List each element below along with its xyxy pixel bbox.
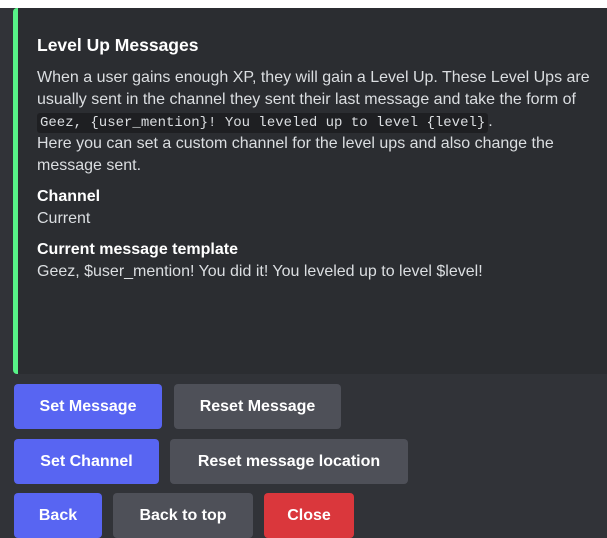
level-up-embed: Level Up Messages When a user gains enou…: [13, 8, 607, 374]
embed-description: When a user gains enough XP, they will g…: [37, 67, 597, 177]
top-strip: [0, 0, 607, 8]
field-channel: Channel Current: [37, 186, 607, 230]
reset-message-button[interactable]: Reset Message: [174, 384, 341, 429]
description-custom: Here you can set a custom channel for th…: [37, 135, 554, 174]
message-format-code: Geez, {user_mention}! You leveled up to …: [37, 113, 489, 133]
field-channel-value: Current: [37, 210, 91, 227]
back-to-top-button[interactable]: Back to top: [113, 493, 253, 538]
close-button[interactable]: Close: [264, 493, 354, 538]
reset-message-location-button[interactable]: Reset message location: [170, 439, 408, 484]
back-button[interactable]: Back: [14, 493, 102, 538]
embed-title: Level Up Messages: [37, 35, 199, 55]
field-template: Current message template Geez, $user_men…: [37, 239, 607, 283]
description-intro: When a user gains enough XP, they will g…: [37, 69, 590, 108]
set-message-button[interactable]: Set Message: [14, 384, 162, 429]
set-channel-button[interactable]: Set Channel: [14, 439, 159, 484]
field-channel-name: Channel: [37, 188, 101, 205]
field-template-name: Current message template: [37, 241, 238, 258]
field-template-value: Geez, $user_mention! You did it! You lev…: [37, 263, 483, 280]
description-period: .: [488, 113, 493, 130]
